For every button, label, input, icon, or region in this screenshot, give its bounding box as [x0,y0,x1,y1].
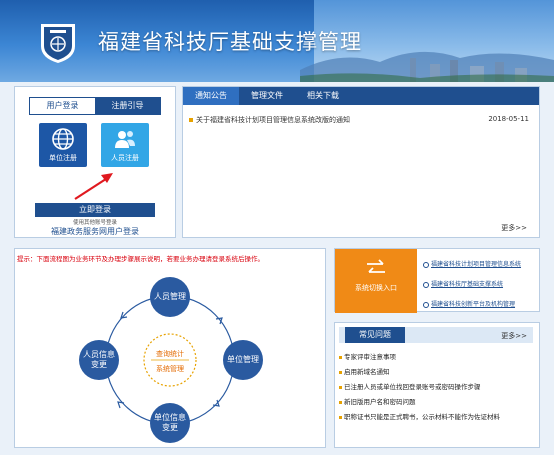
notice-title-wrap: 关于福建省科技计划项目管理信息系统改版的通知 [189,115,350,125]
bullet-icon [189,118,193,122]
faq-item-text: 启用新域名通知 [344,368,390,376]
system-link-label: 福建省科技厅基础支撑系统 [431,281,504,288]
system-switch-button[interactable]: 系统切换入口 [335,249,417,313]
tab-management-files[interactable]: 管理文件 [239,87,295,105]
link-icon [423,281,429,288]
process-panel: 提示：下面流程图为业务环节及办理步骤展示说明，若要业务办理请登录系统后操作。 人… [14,248,326,448]
faq-item[interactable]: 启用新域名通知 [339,366,390,376]
node-personnel-management-label: 人员管理 [154,292,186,301]
node-unit-management-label: 单位管理 [227,355,259,364]
faq-header: 常见问题 更多>> [339,327,533,343]
faq-panel: 常见问题 更多>> 专家评审注意事项 启用新域名通知 已注册人员或单位找回登录账… [334,322,540,448]
system-link-label: 福建省科技计划项目管理信息系统 [431,261,522,268]
site-title: 福建省科技厅基础支撑管理 [98,30,362,54]
site-header: 福建省科技厅基础支撑管理 [0,0,554,82]
process-hint: 提示：下面流程图为业务环节及办理步骤展示说明，若要业务办理请登录系统后操作。 [17,255,264,263]
gov-login-link[interactable]: 福建政务服务网用户登录 [15,226,175,237]
system-link-basic-support[interactable]: 福建省科技厅基础支撑系统 [423,279,503,288]
faq-item[interactable]: 职称证书只能是正式聘书，公示材料不能作为佐证材料 [339,411,500,421]
link-icon [423,301,429,308]
login-button[interactable]: 立即登录 [35,203,155,217]
faq-item[interactable]: 专家评审注意事项 [339,351,396,361]
login-panel: 用户登录 注册引导 单位注册 人员注册 立即登录 使用其他账号登录 福建政务服务… [14,86,176,238]
link-icon [423,261,429,268]
bullet-icon [339,385,342,389]
faq-item-text: 新旧版用户名和密码问题 [344,398,416,406]
system-link-project-management[interactable]: 福建省科技计划项目管理信息系统 [423,259,521,268]
faq-title: 常见问题 [345,327,405,343]
notice-panel: 通知公告 管理文件 相关下载 关于福建省科技计划项目管理信息系统改版的通知 20… [182,86,540,238]
faq-more-link[interactable]: 更多>> [501,331,527,341]
tab-downloads[interactable]: 相关下载 [295,87,351,105]
faq-item-text: 已注册人员或单位找回登录账号或密码操作步骤 [344,383,481,391]
notice-tab-bar: 通知公告 管理文件 相关下载 [183,87,539,105]
bullet-icon [339,370,342,374]
bullet-icon [339,355,342,359]
center-query-stats: 查询统计 [156,350,184,358]
system-link-label: 福建省科技创新平台及机构管理 [431,301,516,308]
tab-notices[interactable]: 通知公告 [183,87,239,105]
notice-date: 2018-05-11 [488,115,529,123]
faq-item[interactable]: 新旧版用户名和密码问题 [339,396,416,406]
bullet-icon [339,415,342,419]
notice-item[interactable]: 关于福建省科技计划项目管理信息系统改版的通知 2018-05-11 [189,115,529,125]
notice-title[interactable]: 关于福建省科技计划项目管理信息系统改版的通知 [196,116,350,124]
system-link-innovation-platform[interactable]: 福建省科技创新平台及机构管理 [423,299,515,308]
faq-item-text: 职称证书只能是正式聘书，公示材料不能作为佐证材料 [344,413,500,421]
logo-icon [41,24,75,63]
node-unit-info-change-label: 单位信息变更 [154,413,186,432]
center-system-management: 系统管理 [156,365,184,373]
switch-arrows-icon [367,259,385,273]
login-note: 使用其他账号登录 [72,220,117,226]
faq-item[interactable]: 已注册人员或单位找回登录账号或密码操作步骤 [339,381,481,391]
notice-more-link[interactable]: 更多>> [501,223,527,233]
system-switch-label: 系统切换入口 [355,284,397,292]
node-personnel-info-change-label: 人员信息变更 [83,350,115,369]
bullet-icon [339,400,342,404]
faq-item-text: 专家评审注意事项 [344,353,396,361]
system-switch-panel: 系统切换入口 福建省科技计划项目管理信息系统 福建省科技厅基础支撑系统 福建省科… [334,248,540,313]
